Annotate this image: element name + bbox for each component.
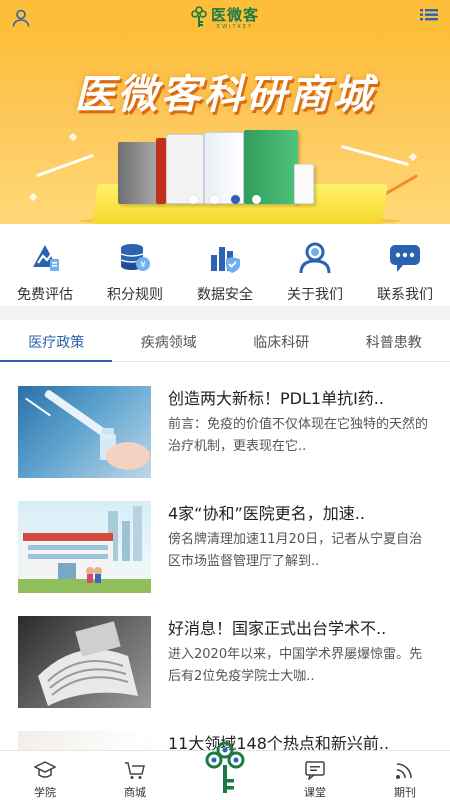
decor-ribbon <box>340 144 410 167</box>
bottom-tab-journal[interactable]: 期刊 <box>360 751 450 800</box>
decor-star <box>408 152 418 162</box>
article-title: 好消息！国家正式出台学术不.. <box>168 619 387 638</box>
bottom-tab-academy[interactable]: 学院 <box>0 751 90 800</box>
quick-nav-points[interactable]: ¥ 积分规则 <box>90 232 180 304</box>
article-item[interactable]: 4家“协和”医院更名，加速.. 傍名牌清理加速11月20日，记者从宁夏自治区市场… <box>18 501 432 595</box>
article-summary: 前言：免疫的价值不仅体现在它独特的天然的治疗机制，更表现在它.. <box>168 417 429 454</box>
journal-icon <box>393 758 417 782</box>
article-summary: 进入2020年以来，中国学术界屡爆惊雷。先后有2位免疫学院士大咖.. <box>168 647 423 684</box>
contact-icon <box>387 240 423 276</box>
promo-banner[interactable]: 医微客科研商城 <box>0 34 450 224</box>
carousel-dots <box>0 195 450 204</box>
tab-clinical-research[interactable]: 临床科研 <box>225 326 338 361</box>
classroom-icon <box>303 758 327 782</box>
tab-medical-policy[interactable]: 医疗政策 <box>0 326 113 362</box>
book-green <box>244 130 298 204</box>
decor-ribbon <box>381 174 419 197</box>
quick-nav-label: 关于我们 <box>287 287 343 303</box>
academy-icon <box>33 758 57 782</box>
bottom-tab-label: 课堂 <box>304 786 326 799</box>
quick-nav-contact[interactable]: 联系我们 <box>360 232 450 304</box>
center-logo-icon[interactable] <box>201 740 249 796</box>
logo-text: 医微客 <box>210 5 259 24</box>
decor-ribbon <box>36 153 94 178</box>
quick-nav-label: 免费评估 <box>17 287 73 303</box>
user-icon[interactable] <box>10 7 32 29</box>
bottom-tab-classroom[interactable]: 课堂 <box>270 751 360 800</box>
data-security-icon <box>207 240 243 276</box>
carousel-dot[interactable] <box>252 195 261 204</box>
decor-star <box>68 132 78 142</box>
list-menu-icon[interactable] <box>420 8 438 24</box>
logo-subtext: EWITKEY <box>216 23 254 30</box>
book-white <box>166 134 204 204</box>
article-thumbnail <box>18 386 151 478</box>
banner-title: 医微客科研商城 <box>74 72 376 118</box>
article-title: 创造两大新标！PDL1单抗I药.. <box>168 389 384 408</box>
quick-nav-about-us[interactable]: 关于我们 <box>270 232 360 304</box>
article-item[interactable]: 创造两大新标！PDL1单抗I药.. 前言：免疫的价值不仅体现在它独特的天然的治疗… <box>18 386 432 480</box>
bottom-tab-mall[interactable]: 商城 <box>90 751 180 800</box>
quick-nav-label: 联系我们 <box>377 287 433 303</box>
section-divider <box>0 306 450 320</box>
book-stack <box>118 130 318 204</box>
bottom-tab-label: 期刊 <box>394 786 416 799</box>
app-screen: 医微客 EWITKEY 医微客科研商城 免费评估 ¥ 积分规则 数据安全 关于我… <box>0 0 450 800</box>
tab-disease-field[interactable]: 疾病领域 <box>113 326 226 361</box>
category-tabs: 医疗政策 疾病领域 临床科研 科普患教 <box>0 326 450 362</box>
about-us-icon <box>297 240 333 276</box>
assessment-icon <box>27 240 63 276</box>
quick-nav: 免费评估 ¥ 积分规则 数据安全 关于我们 联系我们 <box>0 232 450 304</box>
quick-nav-label: 积分规则 <box>107 287 163 303</box>
svg-text:¥: ¥ <box>140 261 146 271</box>
bottom-tab-label: 学院 <box>34 786 56 799</box>
top-header: 医微客 EWITKEY <box>0 0 450 34</box>
article-title: 4家“协和”医院更名，加速.. <box>168 504 365 523</box>
article-thumbnail <box>18 616 151 708</box>
article-summary: 傍名牌清理加速11月20日，记者从宁夏自治区市场监督管理厅了解到.. <box>168 532 423 569</box>
app-logo: 医微客 EWITKEY <box>191 5 259 30</box>
cart-icon <box>123 758 147 782</box>
points-icon: ¥ <box>117 240 153 276</box>
book-blue <box>204 132 244 204</box>
bottom-tab-label: 商城 <box>124 786 146 799</box>
article-thumbnail <box>18 501 151 593</box>
carousel-dot[interactable] <box>210 195 219 204</box>
carousel-dot[interactable] <box>189 195 198 204</box>
quick-nav-assessment[interactable]: 免费评估 <box>0 232 90 304</box>
article-item[interactable]: 好消息！国家正式出台学术不.. 进入2020年以来，中国学术界屡爆惊雷。先后有2… <box>18 616 432 710</box>
key-logo-icon <box>191 6 207 27</box>
quick-nav-label: 数据安全 <box>197 287 253 303</box>
tab-science-education[interactable]: 科普患教 <box>338 326 450 361</box>
carousel-dot-active[interactable] <box>231 195 240 204</box>
quick-nav-data-security[interactable]: 数据安全 <box>180 232 270 304</box>
